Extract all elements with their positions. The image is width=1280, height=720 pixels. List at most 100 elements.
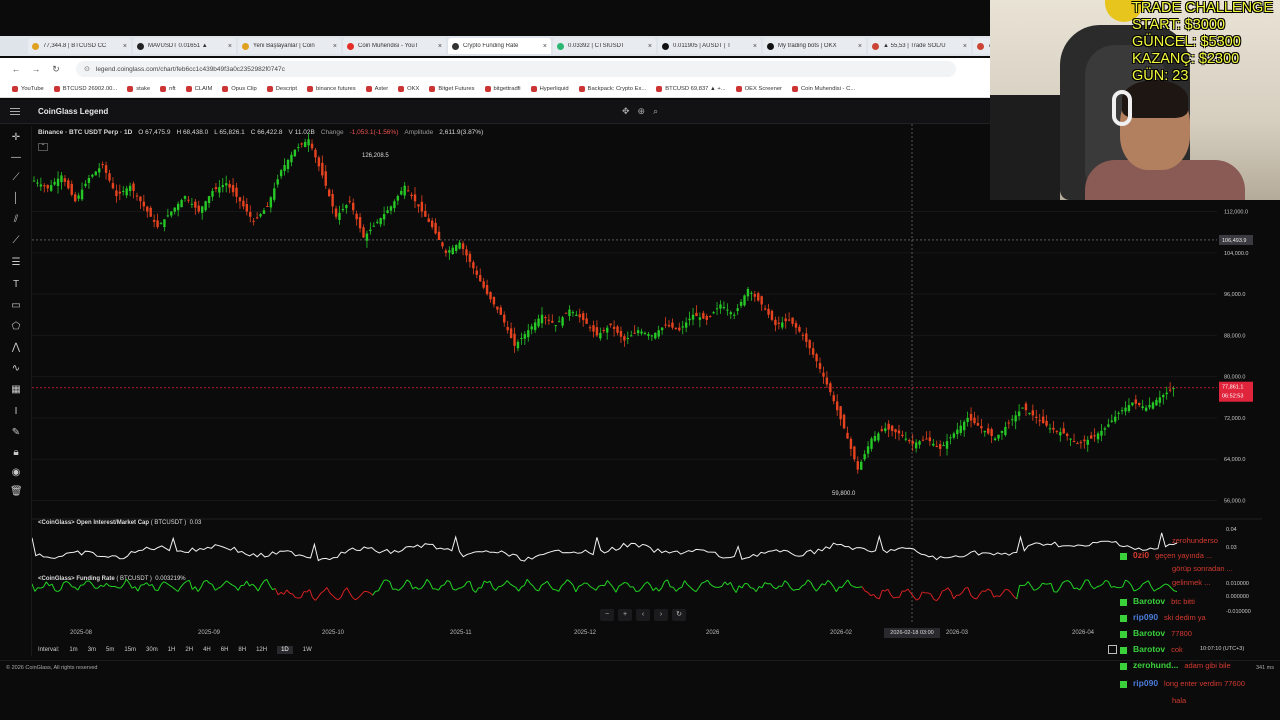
ruler-icon[interactable]: ✎ — [10, 427, 22, 439]
close-tab-icon[interactable]: × — [543, 43, 547, 50]
bookmark-item[interactable]: Backpack: Crypto Ex... — [578, 85, 646, 92]
bookmark-item[interactable]: OKX — [398, 85, 419, 92]
menu-icon[interactable] — [10, 108, 20, 115]
bookmark-item[interactable]: nft — [160, 85, 176, 92]
parallel-channel-tool-icon[interactable]: ⫽ — [10, 214, 22, 226]
bookmark-item[interactable]: stake — [127, 85, 150, 92]
bookmark-item[interactable]: Hyperliquid — [530, 85, 569, 92]
browser-tab[interactable]: Yeni Başlayanlar | Coin × — [238, 38, 341, 54]
browser-tab[interactable]: 0.011905 | AUSDT | T × — [658, 38, 761, 54]
address-bar[interactable]: ⊙ legend.coinglass.com/chart/feb6cc1c439… — [76, 61, 956, 77]
close-tab-icon[interactable]: × — [858, 43, 862, 50]
browser-tab[interactable]: 77,344.8 | BTCUSD CC × — [28, 38, 131, 54]
text-tool-icon[interactable]: T — [10, 279, 22, 291]
browser-tab[interactable]: Crypto Funding Rate × — [448, 38, 551, 54]
funding-rate-segment — [1122, 579, 1126, 588]
candle-body — [262, 210, 266, 214]
lock-icon[interactable]: 🔒︎ — [10, 447, 22, 459]
chart-settings-icon[interactable] — [1108, 645, 1117, 654]
reload-icon[interactable]: ↻ — [50, 64, 62, 75]
ray-tool-icon[interactable]: ⟋ — [10, 235, 22, 247]
bookmark-item[interactable]: YouTube — [12, 85, 44, 92]
close-tab-icon[interactable]: × — [228, 43, 232, 50]
browser-tab[interactable]: Coin Muhendisi - YouT × — [343, 38, 446, 54]
trend-line-tool-icon[interactable]: ⟋ — [10, 172, 22, 184]
bookmark-item[interactable]: BTCUSD 26902.00... — [53, 85, 117, 92]
browser-tab[interactable]: MAVUSDT 0.01651 ▲ × — [133, 38, 236, 54]
bookmark-item[interactable]: Opus Clip — [222, 85, 257, 92]
funding-rate-segment — [443, 580, 448, 586]
browser-tab[interactable]: ▲ 55,53 | Trade SOL/U × — [868, 38, 971, 54]
browser-tab[interactable]: 77.84× — [973, 38, 990, 54]
funding-rate-segment — [472, 589, 477, 593]
interval-5m[interactable]: 5m — [106, 647, 114, 653]
close-tab-icon[interactable]: × — [963, 43, 967, 50]
close-tab-icon[interactable]: × — [438, 43, 442, 50]
funding-rate-indicator-label[interactable]: <CoinGlass> Funding Rate ( BTCUSDT ) 0.0… — [38, 576, 186, 582]
funding-rate-segment — [752, 588, 757, 593]
zoom-out-button[interactable]: − — [600, 609, 614, 621]
bookmark-item[interactable]: bitgettradfi — [484, 85, 521, 92]
interval-3m[interactable]: 3m — [88, 647, 96, 653]
bookmark-item[interactable]: Descript — [266, 85, 297, 92]
interval-1d[interactable]: 1D — [277, 646, 293, 654]
scroll-right-button[interactable]: › — [654, 609, 668, 621]
candle-body — [657, 330, 660, 337]
grid-tool-icon[interactable]: ▦ — [10, 384, 22, 396]
funding-rate-segment — [243, 580, 248, 586]
close-tab-icon[interactable]: × — [123, 43, 127, 50]
interval-8h[interactable]: 8H — [238, 647, 246, 653]
interval-15m[interactable]: 15m — [124, 647, 136, 653]
reset-chart-button[interactable]: ↻ — [672, 609, 686, 621]
bookmark-item[interactable]: Bitget Futures — [429, 85, 475, 92]
polygon-tool-icon[interactable]: ⬠ — [10, 321, 22, 333]
browser-tab[interactable]: My trading bots | OKX × — [763, 38, 866, 54]
interval-1h[interactable]: 1H — [168, 647, 176, 653]
open-interest-indicator-label[interactable]: <CoinGlass> Open Interest/Market Cap ( B… — [38, 520, 201, 526]
interval-4h[interactable]: 4H — [203, 647, 211, 653]
forward-icon[interactable]: → — [30, 64, 42, 74]
back-icon[interactable]: ← — [10, 64, 22, 74]
measure-tool-icon[interactable]: I — [10, 406, 22, 418]
interval-1m[interactable]: 1m — [69, 647, 77, 653]
interval-12h[interactable]: 12H — [256, 647, 267, 653]
move-icon[interactable]: ✥ — [622, 106, 630, 117]
bookmark-item[interactable]: CLAIM — [185, 85, 212, 92]
funding-rate-segment — [289, 592, 293, 595]
vertical-line-tool-icon[interactable]: │ — [10, 193, 22, 205]
bookmark-item[interactable]: OEX Screener — [735, 85, 782, 92]
close-tab-icon[interactable]: × — [753, 43, 757, 50]
bookmark-item[interactable]: Coin Muhendisi - C... — [791, 85, 855, 92]
candle-body — [671, 322, 674, 328]
candle-body — [317, 157, 321, 167]
horizontal-line-tool-icon[interactable]: — — [10, 152, 22, 164]
close-tab-icon[interactable]: × — [648, 43, 652, 50]
timezone-text[interactable]: 10:07:10 (UTC+3) — [1200, 646, 1244, 652]
trash-icon[interactable]: 🗑︎ — [10, 486, 23, 498]
site-info-icon[interactable]: ⊙ — [84, 65, 90, 73]
fib-tool-icon[interactable]: ☰ — [10, 257, 22, 269]
funding-rate-segment — [503, 580, 508, 585]
interval-1w[interactable]: 1W — [303, 647, 312, 653]
scroll-left-button[interactable]: ‹ — [636, 609, 650, 621]
zoom-icon[interactable]: ⊕ — [638, 106, 646, 117]
interval-6h[interactable]: 6H — [221, 647, 229, 653]
wave-tool-icon[interactable]: ∿ — [10, 363, 22, 375]
close-tab-icon[interactable]: × — [333, 43, 337, 50]
funding-rate-segment — [1056, 587, 1061, 593]
crosshair-tool-icon[interactable]: ✛ — [10, 132, 22, 144]
zoom-in-button[interactable]: + — [618, 609, 632, 621]
interval-2h[interactable]: 2H — [185, 647, 193, 653]
funding-rate-segment — [564, 579, 568, 584]
candle-body — [1093, 435, 1096, 437]
eye-icon[interactable]: ◉ — [10, 467, 22, 479]
bookmark-item[interactable]: BTCUSD 69,837 ▲ +... — [656, 85, 726, 92]
bookmark-item[interactable]: binance futures — [307, 85, 356, 92]
pattern-tool-icon[interactable]: ⋀ — [10, 342, 22, 354]
browser-tab[interactable]: 0.03392 | CTSIUSDT × — [553, 38, 656, 54]
candle-body — [228, 183, 231, 188]
interval-30m[interactable]: 30m — [146, 647, 158, 653]
bookmark-item[interactable]: Aster — [365, 85, 388, 92]
search-icon[interactable]: ⌕ — [653, 106, 658, 117]
rectangle-tool-icon[interactable]: ▭ — [10, 300, 22, 312]
